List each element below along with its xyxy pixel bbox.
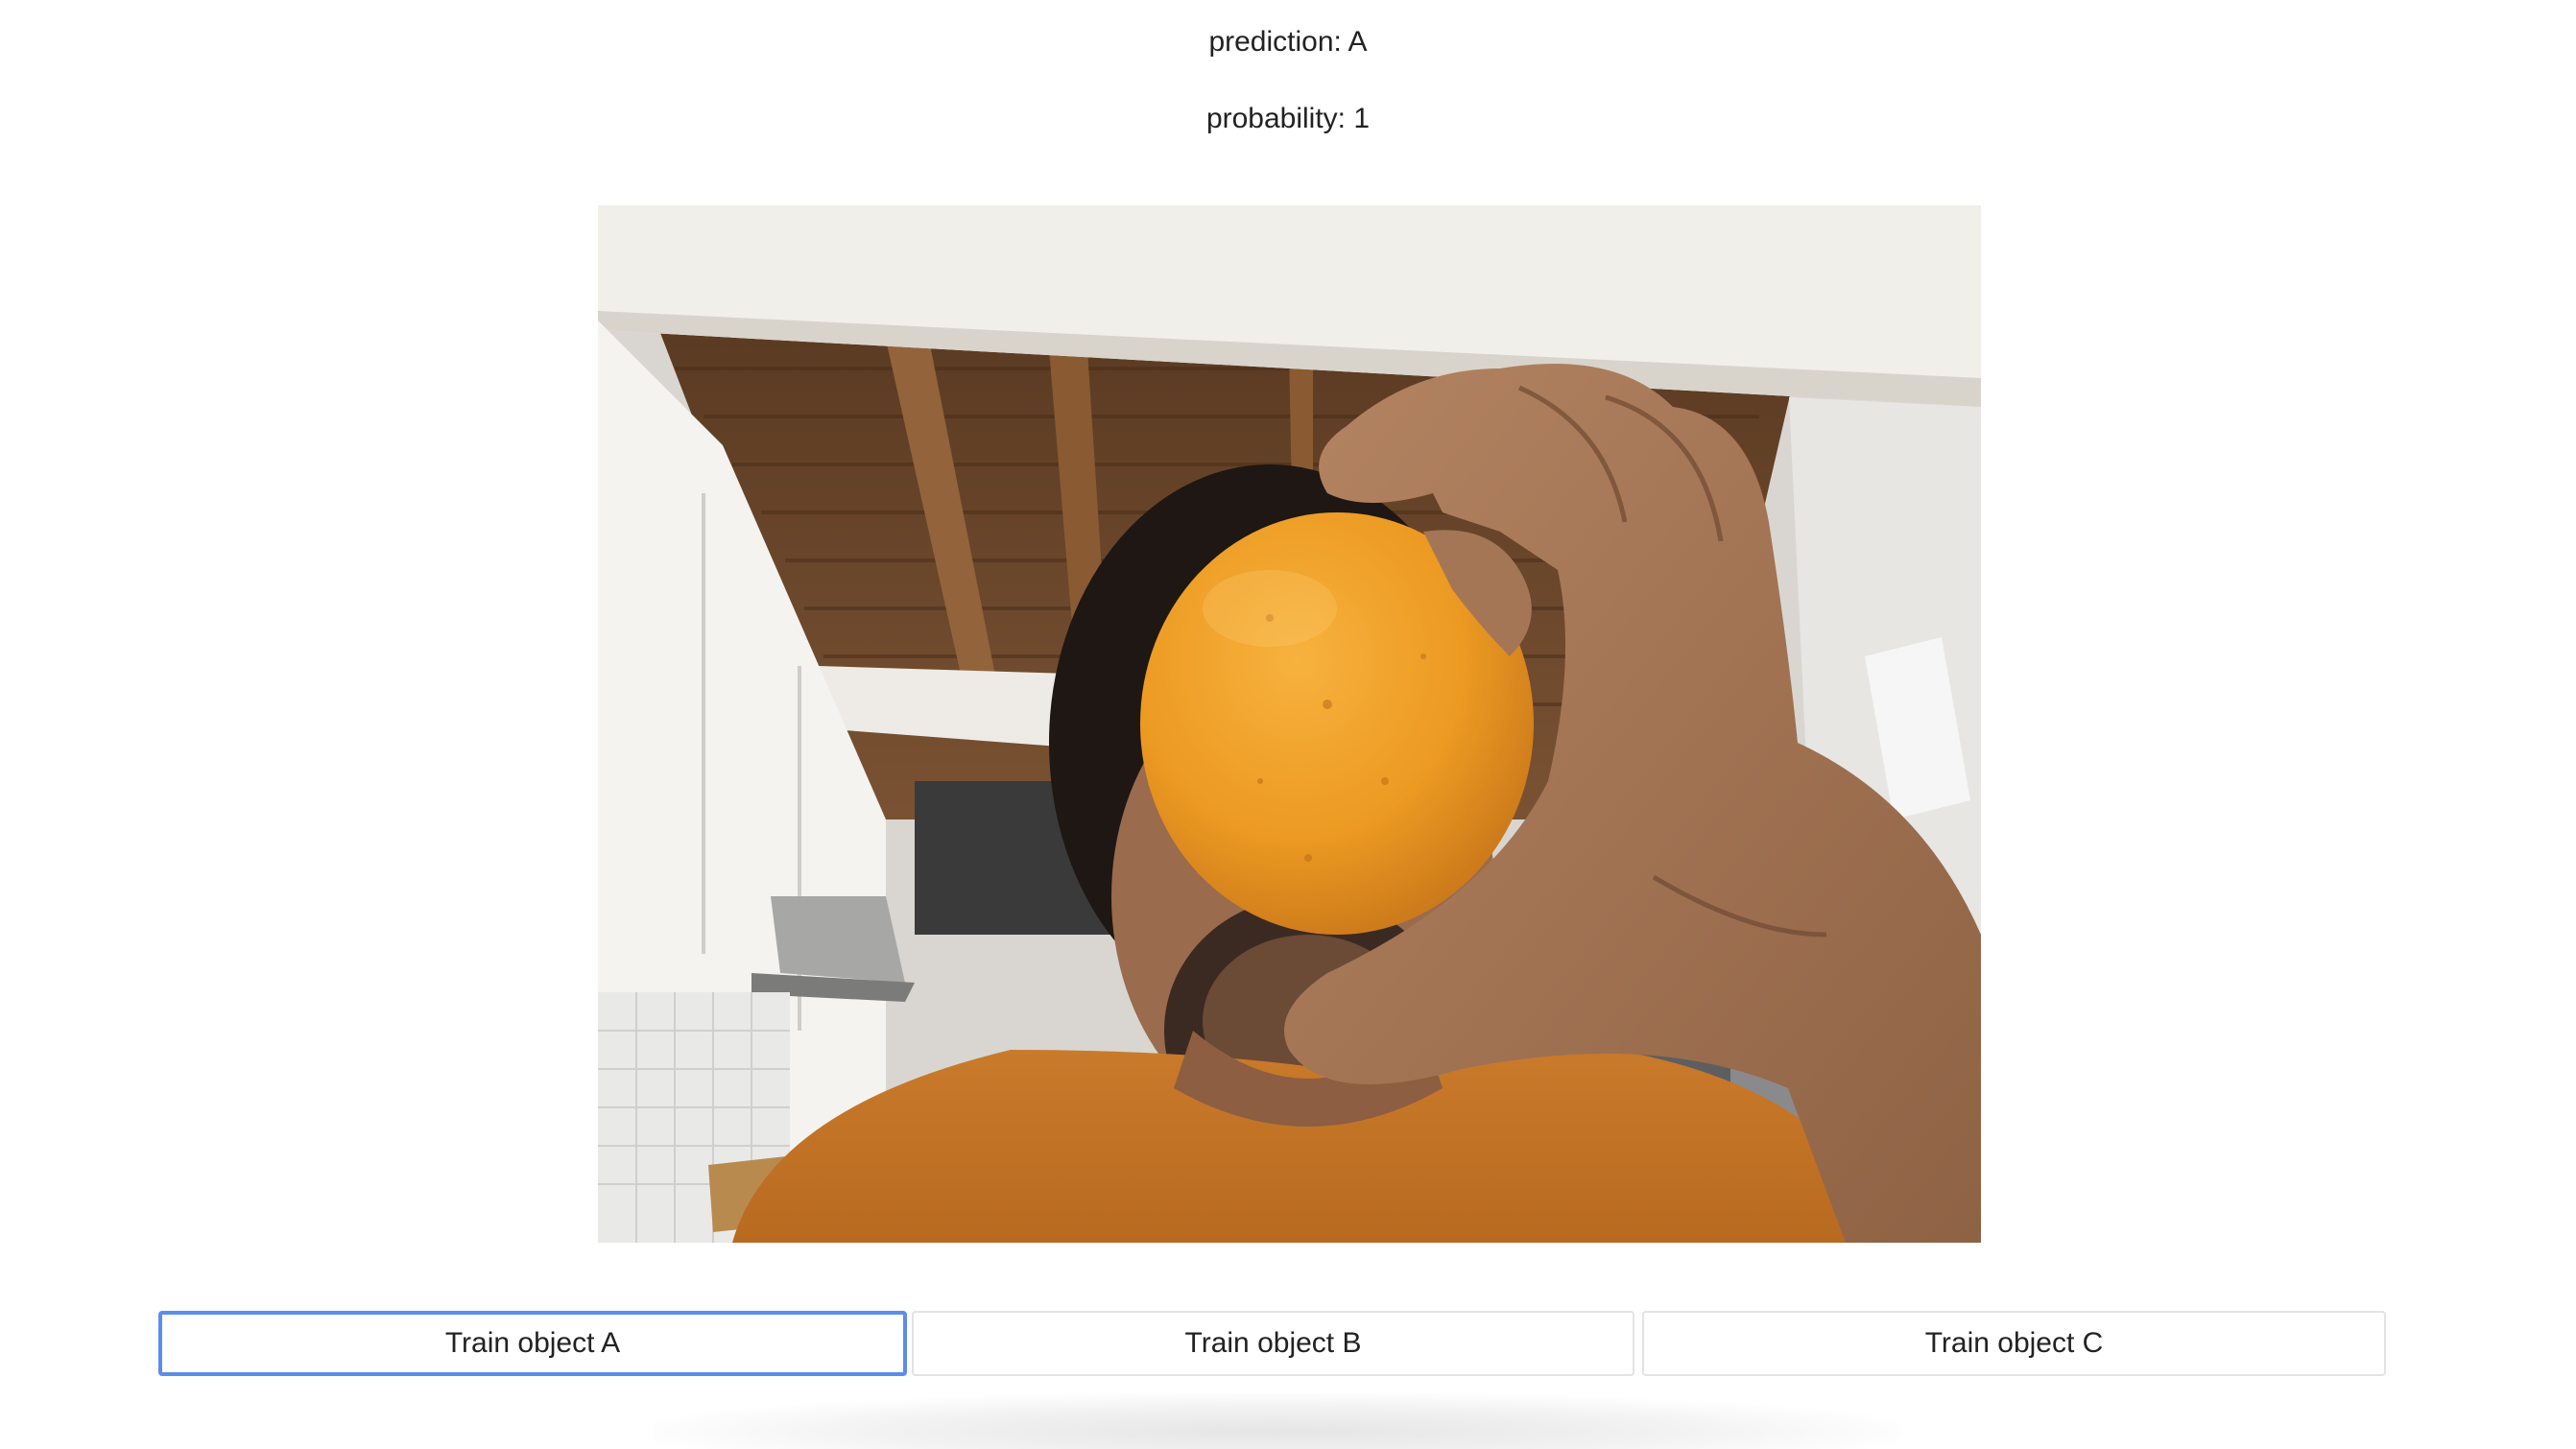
probability-text: probability: 1 [1205,103,1371,134]
webcam-video [598,205,1981,1243]
app-page: prediction: A probability: 1 Train objec… [0,0,2576,1449]
train-object-c-button[interactable]: Train object C [1642,1311,2386,1376]
train-object-b-button[interactable]: Train object B [912,1311,1634,1376]
train-object-a-button[interactable]: Train object A [158,1311,907,1376]
train-buttons-row: Train object A Train object B Train obje… [0,1311,2576,1376]
bottom-panel-shadow [653,1393,1900,1449]
webcam-frame-image [598,205,1981,1243]
prediction-text: prediction: A [1208,26,1368,58]
